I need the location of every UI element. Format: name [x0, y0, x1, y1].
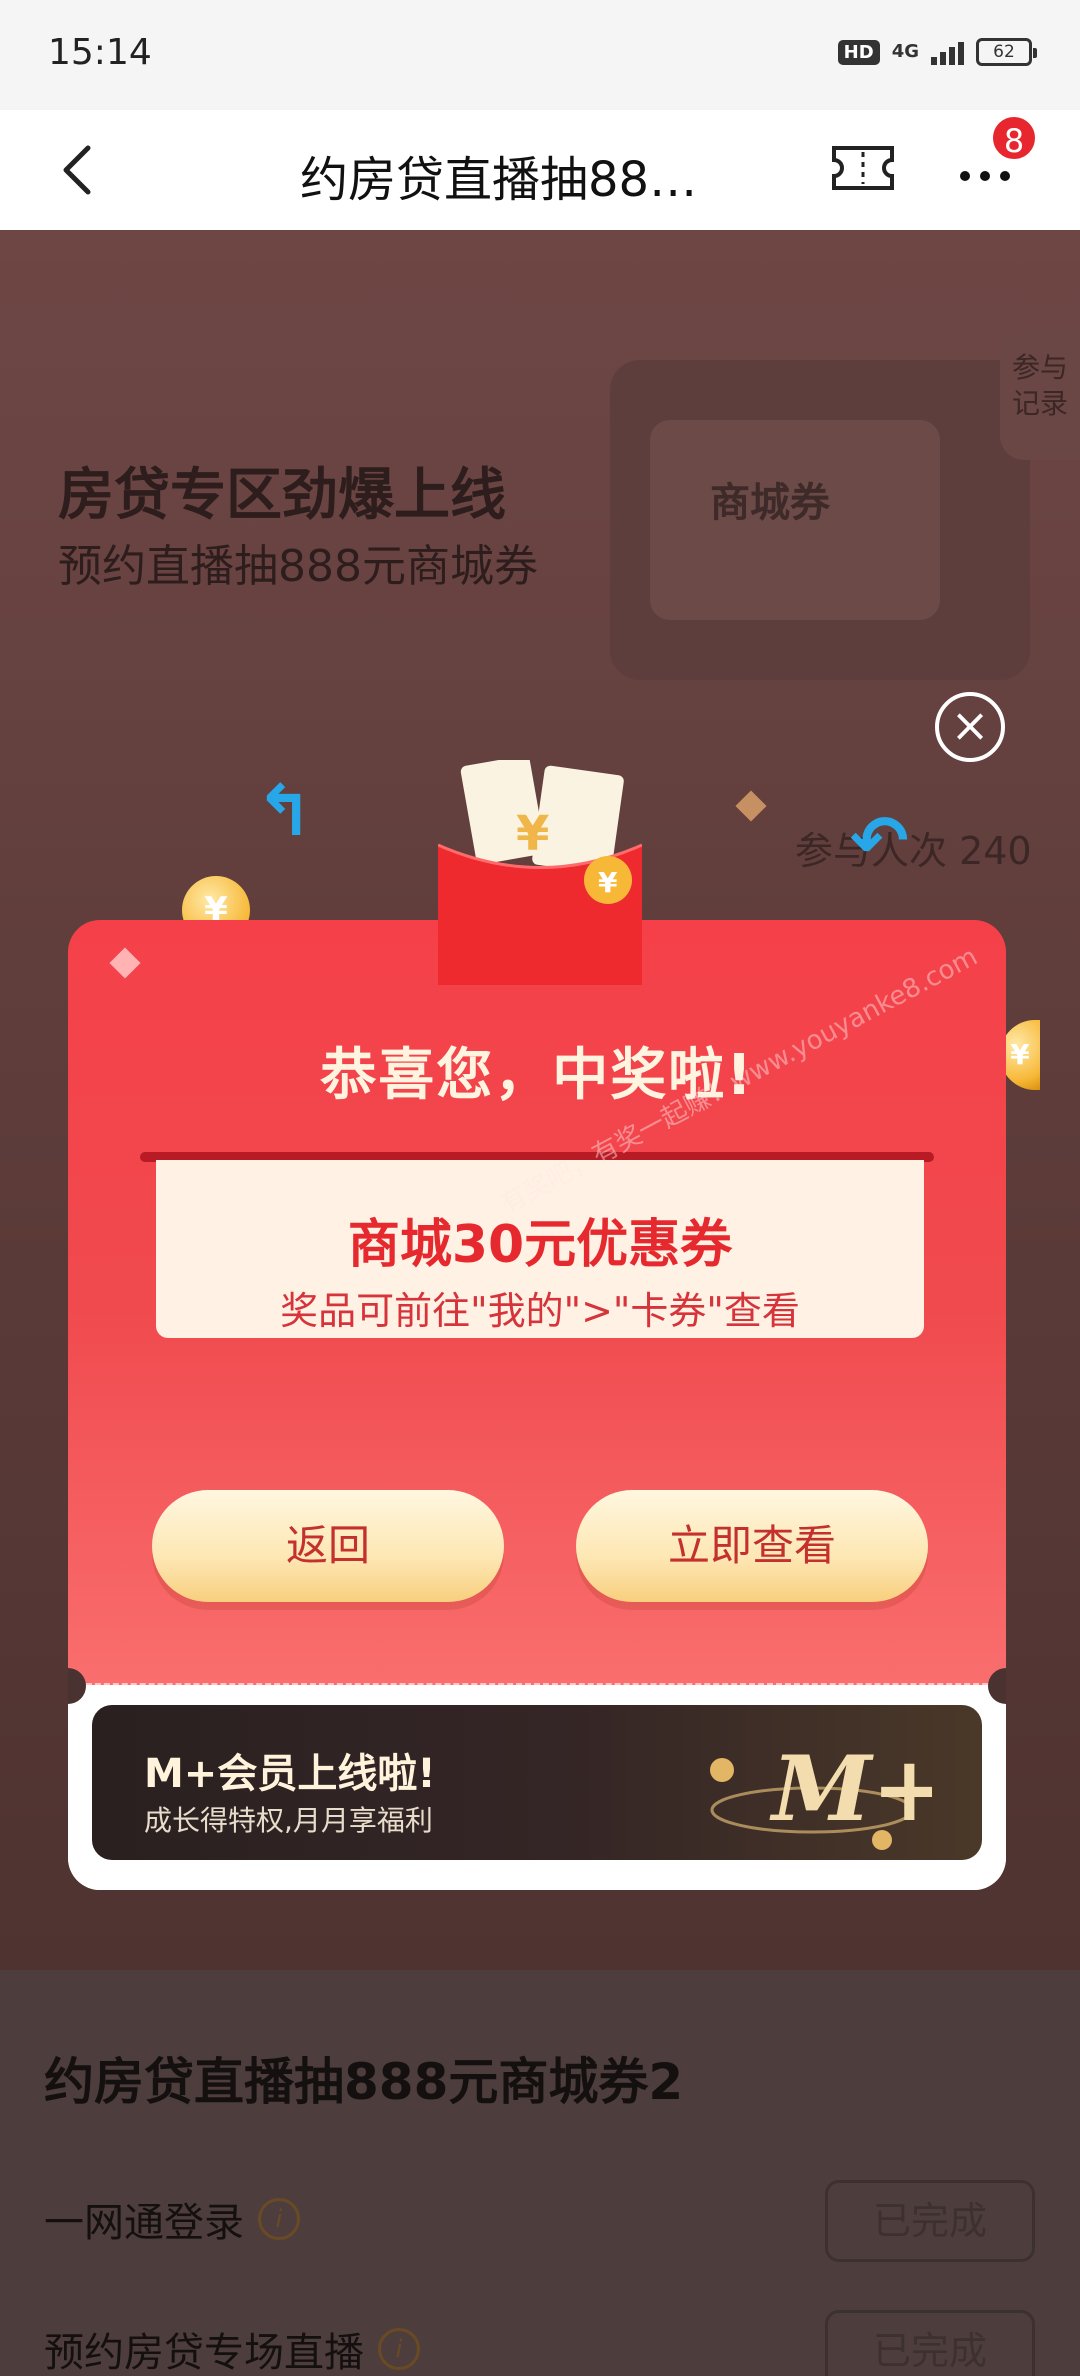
ticket-icon[interactable]: [830, 142, 896, 194]
logo-text: M+: [769, 1736, 932, 1842]
task-status-button[interactable]: 已完成: [825, 2180, 1035, 2262]
task-status-button[interactable]: 已完成: [825, 2310, 1035, 2376]
banner-title: 房贷专区劲爆上线: [58, 463, 506, 528]
m-plus-logo-icon: M+: [710, 1736, 932, 1850]
signal-icon: [931, 39, 964, 65]
record-label-line1: 参与: [1011, 351, 1068, 384]
dashed-divider: [68, 1683, 1006, 1686]
nav-bar: 约房贷直播抽88… 8: [0, 110, 1080, 230]
red-packet-icon: ¥ ¥: [438, 760, 642, 985]
sparkle-decoration: [109, 947, 141, 979]
info-icon[interactable]: i: [378, 2328, 420, 2370]
svg-text:¥: ¥: [516, 806, 549, 862]
participation-record-button[interactable]: 参与 记录: [1000, 330, 1080, 460]
hd-badge: HD: [837, 39, 880, 65]
participant-count: 参与人次 240: [795, 829, 1032, 873]
status-icons: HD 4G 62: [837, 38, 1037, 66]
prize-tip: 奖品可前往"我的">"卡券"查看: [280, 1289, 800, 1333]
task-row: 预约房贷专场直播 i: [44, 2320, 420, 2376]
task-label: 一网通登录: [44, 2200, 244, 2246]
close-icon[interactable]: ×: [935, 692, 1005, 762]
status-time: 15:14: [48, 32, 152, 73]
vip-banner[interactable]: M+会员上线啦! 成长得特权,月月享福利 M+: [92, 1705, 982, 1860]
ribbon-decoration: ↶: [850, 800, 909, 882]
voucher-label: 商城券: [710, 480, 830, 526]
record-label-line2: 记录: [1011, 387, 1068, 420]
network-type: 4G: [891, 41, 919, 62]
vip-subtitle: 成长得特权,月月享福利: [144, 1804, 433, 1837]
svg-text:¥: ¥: [598, 866, 618, 899]
task-section-title: 约房贷直播抽888元商城券2: [44, 2053, 684, 2111]
notification-badge: 8: [990, 114, 1038, 162]
modal-title: 恭喜您，中奖啦!: [320, 1043, 754, 1108]
status-bar: 15:14 HD 4G 62: [0, 0, 1080, 110]
banner-subtitle: 预约直播抽888元商城券: [58, 541, 538, 592]
prize-modal: 恭喜您，中奖啦! 商城30元优惠券 奖品可前往"我的">"卡券"查看 返回 立即…: [68, 920, 1006, 1890]
vip-title: M+会员上线啦!: [144, 1751, 436, 1797]
battery-icon: 62: [976, 38, 1037, 66]
task-label: 预约房贷专场直播: [44, 2330, 364, 2376]
more-icon[interactable]: [960, 166, 1020, 186]
back-arrow-icon[interactable]: [50, 138, 114, 202]
ribbon-decoration: ↰: [255, 770, 314, 852]
prize-name: 商城30元优惠券: [347, 1215, 733, 1275]
task-row: 一网通登录 i: [44, 2190, 300, 2248]
page-title: 约房贷直播抽88…: [300, 152, 698, 208]
view-now-button[interactable]: 立即查看: [576, 1490, 928, 1602]
back-button[interactable]: 返回: [152, 1490, 504, 1602]
info-icon[interactable]: i: [258, 2198, 300, 2240]
